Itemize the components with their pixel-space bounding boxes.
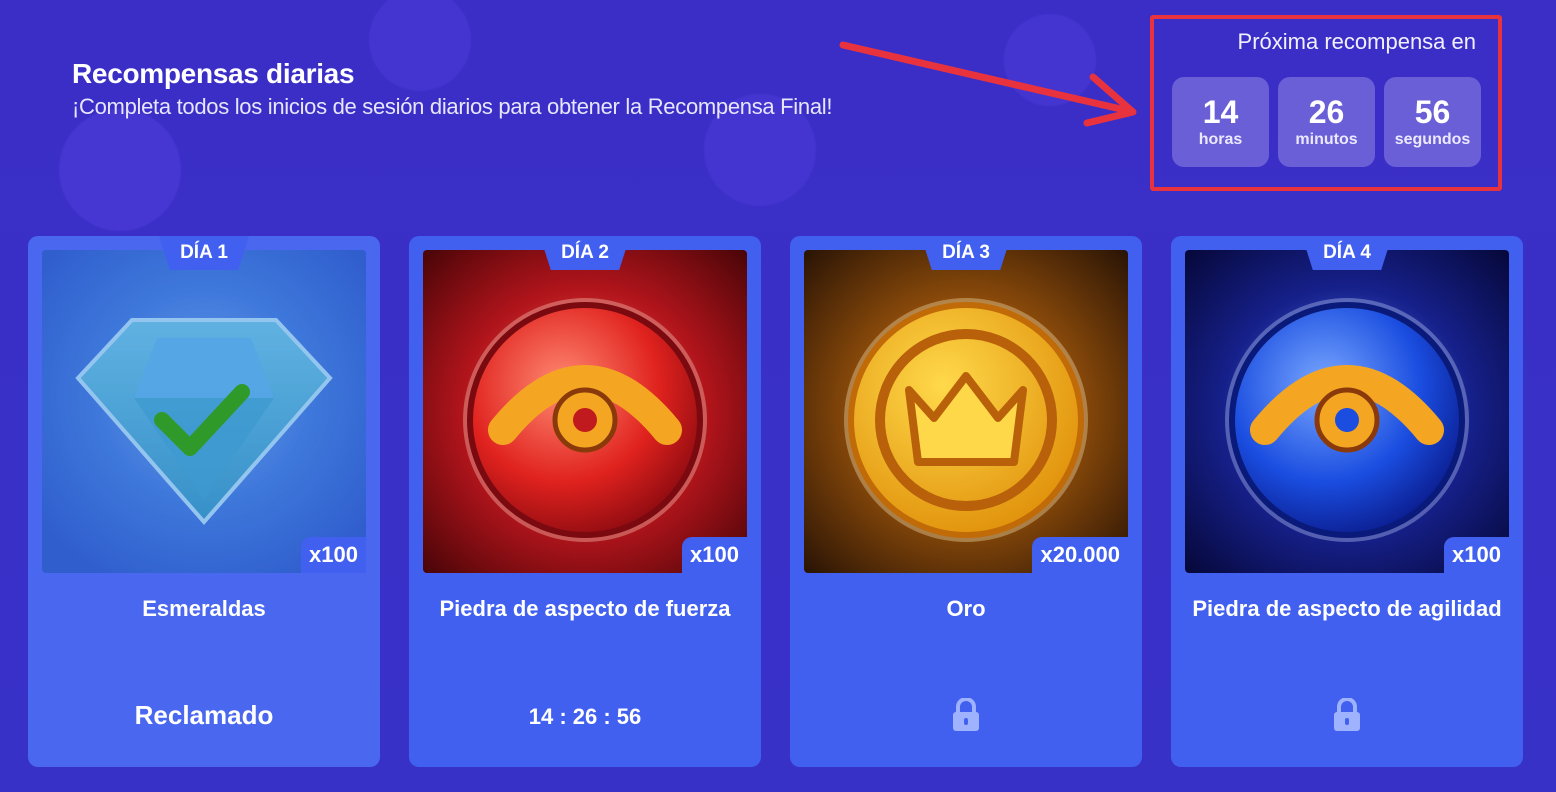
next-reward-countdown: Próxima recompensa en 14 horas 26 minuto…: [1150, 15, 1502, 191]
annotation-arrow: [839, 41, 1137, 127]
emerald-icon: [42, 250, 366, 573]
gold-coin-icon: [804, 250, 1128, 573]
day-label: DÍA 3: [921, 236, 1011, 270]
reward-card-day-2[interactable]: DÍA 2 x100 Piedra de aspecto de fuerza 1…: [409, 236, 761, 767]
day-label: DÍA 4: [1302, 236, 1392, 270]
reward-name: Esmeraldas: [142, 596, 266, 621]
minutes-cell: 26 minutos: [1278, 77, 1375, 167]
minutes-label: minutos: [1295, 131, 1358, 148]
lock-icon: [1334, 698, 1360, 731]
page-subtitle: ¡Completa todos los inicios de sesión di…: [72, 94, 833, 119]
reward-quantity: x100: [682, 537, 747, 573]
hours-label: horas: [1198, 131, 1243, 148]
reward-quantity: x100: [301, 537, 366, 573]
seconds-cell: 56 segundos: [1384, 77, 1481, 167]
reward-quantity: x20.000: [1032, 537, 1128, 573]
reward-card-day-1[interactable]: DÍA 1 x100 Esmeraldas Reclamado: [28, 236, 380, 767]
claim-countdown: 14 : 26 : 56: [528, 704, 642, 729]
day-label: DÍA 2: [540, 236, 630, 270]
agility-aspect-stone-icon: [1185, 250, 1509, 573]
reward-card-day-3[interactable]: DÍA 3 x20.000 Oro: [790, 236, 1142, 767]
reward-card-day-4[interactable]: DÍA 4 x100 Piedra de aspecto de agilidad: [1171, 236, 1523, 767]
reward-cards: DÍA 1 x100 Esmeraldas Reclamado DÍA 2 x1…: [28, 236, 1523, 767]
page-header: Recompensas diarias ¡Completa todos los …: [72, 58, 832, 120]
claimed-status: Reclamado: [134, 700, 274, 730]
day-label: DÍA 1: [159, 236, 249, 270]
reward-name: Oro: [946, 596, 986, 621]
reward-name: Piedra de aspecto de fuerza: [439, 596, 731, 621]
reward-name: Piedra de aspecto de agilidad: [1192, 596, 1502, 621]
seconds-value: 56: [1414, 94, 1451, 130]
hours-cell: 14 horas: [1172, 77, 1269, 167]
next-reward-label: Próxima recompensa en: [1237, 29, 1476, 54]
seconds-label: segundos: [1394, 131, 1471, 148]
reward-quantity: x100: [1444, 537, 1509, 573]
hours-value: 14: [1202, 94, 1239, 130]
strength-aspect-stone-icon: [423, 250, 747, 573]
minutes-value: 26: [1308, 94, 1345, 130]
lock-icon: [953, 698, 979, 731]
page-title: Recompensas diarias: [72, 58, 355, 89]
